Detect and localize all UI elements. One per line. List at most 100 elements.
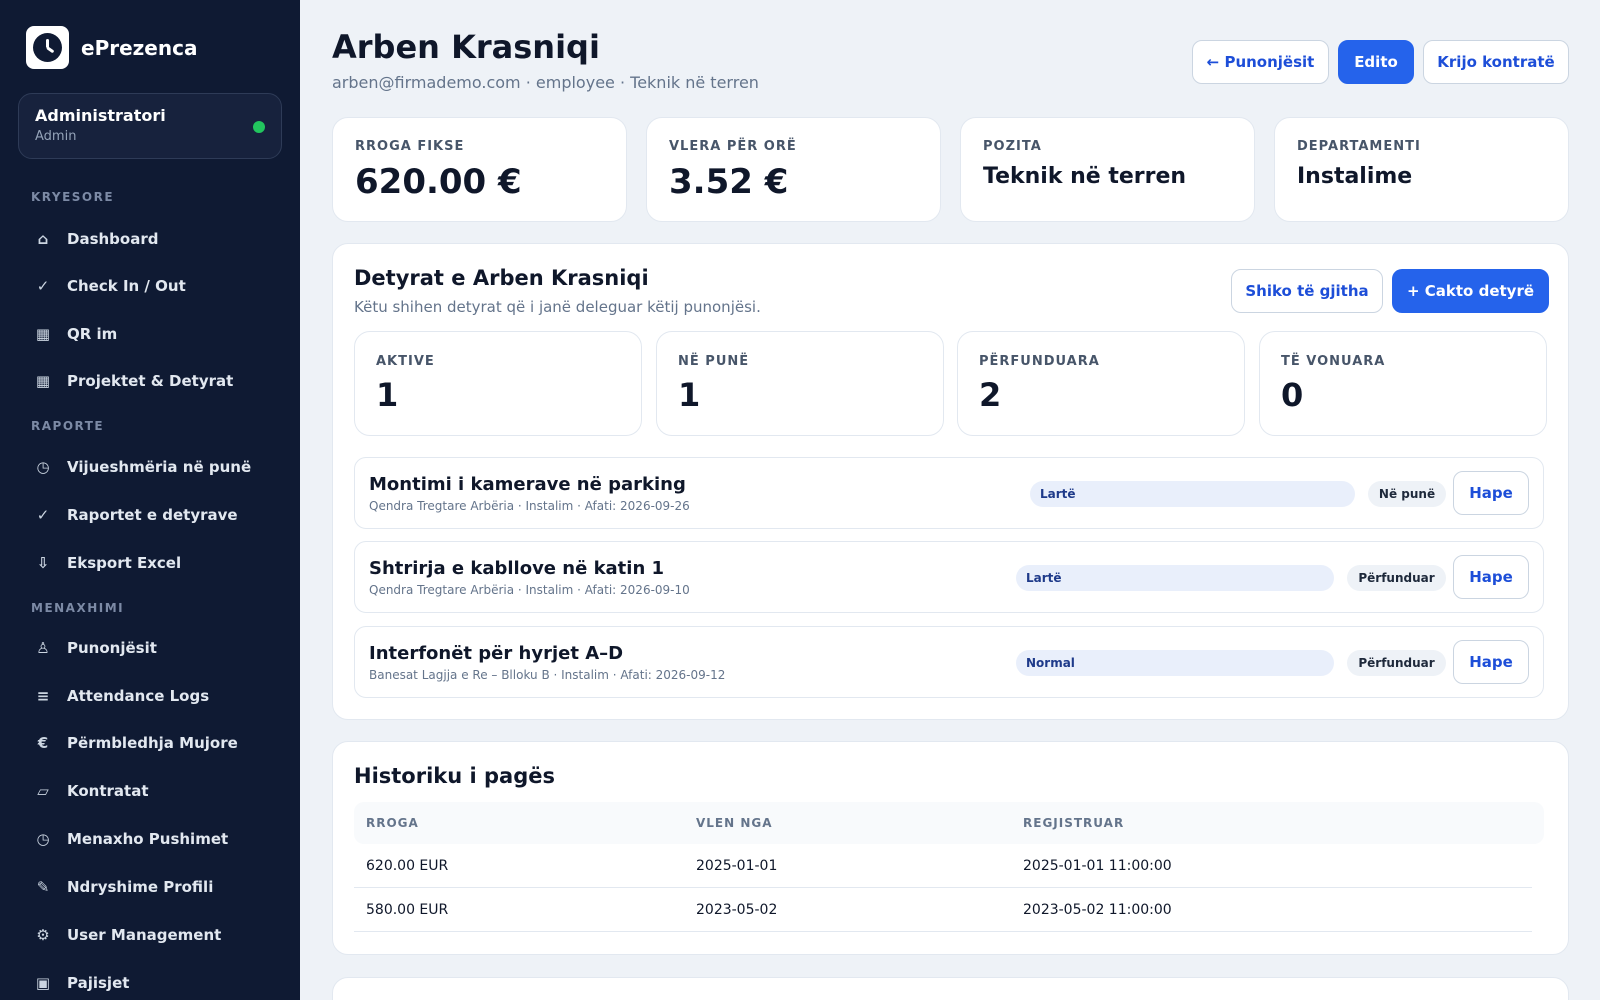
qr-icon: ▦ [35,325,51,343]
main-content: Arben Krasniqi arben@firmademo.com · emp… [300,0,1600,1000]
sidebar-item-label: Eksport Excel [67,554,182,572]
task-row[interactable]: Interfonët për hyrjet A–D Banesat Lagjja… [354,626,1544,698]
status-badge: Në punë [1368,481,1446,507]
sidebar-item-contracts[interactable]: ▱ Kontratat [31,773,281,809]
stat-value: Teknik në terren [983,164,1187,189]
list-icon: ≡ [36,687,50,705]
counter-value: 1 [376,376,399,414]
user-card[interactable]: Administratori Admin [18,93,282,159]
task-meta: Qendra Tregtare Arbëria · Instalim · Afa… [369,583,690,597]
open-task-button[interactable]: Hape [1453,640,1529,684]
counter-value: 0 [1281,376,1304,414]
page-title: Arben Krasniqi [332,28,600,66]
priority-badge: Lartë [1016,565,1334,591]
device-icon: ▣ [35,974,51,992]
sidebar-item-label: Raportet e detyrave [67,506,238,524]
priority-badge: Normal [1016,650,1334,676]
sidebar-item-attendance-logs[interactable]: ≡ Attendance Logs [31,678,281,714]
download-icon: ⇩ [36,554,50,572]
column-header: RROGA [366,816,419,830]
home-icon: ⌂ [37,230,49,248]
check-icon: ✓ [36,506,50,524]
table-cell: 2025-01-01 11:00:00 [1023,858,1172,874]
grid-icon: ▦ [35,372,51,390]
page-subtitle: arben@firmademo.com · employee · Teknik … [332,73,759,92]
user-name: Administratori [35,106,166,125]
table-cell: 2023-05-02 [696,902,778,918]
clock-icon: ◷ [36,830,50,848]
sidebar-item-profile-changes[interactable]: ✎ Ndryshime Profili [31,869,281,905]
brand-name: ePrezenca [81,35,198,60]
priority-badge: Lartë [1030,481,1355,507]
back-to-employees-button[interactable]: ← Punonjësit [1192,40,1329,84]
sidebar-item-task-reports[interactable]: ✓ Raportet e detyrave [31,497,281,533]
sidebar-item-employees[interactable]: ♙ Punonjësit [31,630,281,666]
nav-section-title: MENAXHIMI [31,601,125,615]
sidebar-item-export-excel[interactable]: ⇩ Eksport Excel [31,545,281,581]
task-title: Shtrirja e kabllove në katin 1 [369,558,665,579]
stat-label: POZITA [983,139,1042,154]
sidebar-item-label: Kontratat [67,782,149,800]
nav-section-title: RAPORTE [31,419,105,433]
task-meta: Qendra Tregtare Arbëria · Instalim · Afa… [369,499,690,513]
stat-card-position: POZITA Teknik në terren [960,117,1255,222]
status-badge: Përfunduar [1347,650,1446,676]
open-task-button[interactable]: Hape [1453,555,1529,599]
sidebar-item-label: User Management [67,926,222,944]
stat-card-hourly-rate: VLERA PËR ORË 3.52 € [646,117,941,222]
counter-active: AKTIVE 1 [354,331,642,436]
sidebar-item-devices[interactable]: ▣ Pajisjet [31,965,281,1000]
sidebar-item-label: Ndryshime Profili [67,878,214,896]
salary-history-title: Historiku i pagës [354,764,556,788]
nav-section-title: KRYESORE [31,190,115,204]
tasks-subtitle: Këtu shihen detyrat që i janë deleguar k… [354,298,761,316]
sidebar-item-label: Përmbledhja Mujore [67,734,238,752]
sidebar-item-user-management[interactable]: ⚙ User Management [31,917,281,953]
counter-overdue: TË VONUARA 0 [1259,331,1547,436]
euro-icon: € [37,734,49,752]
sidebar-item-label: Pajisjet [67,974,130,992]
sidebar-item-label: Punonjësit [67,639,157,657]
next-section-card [332,977,1569,1000]
sidebar-item-check-in-out[interactable]: ✓ Check In / Out [31,268,281,304]
sidebar: ePrezenca Administratori Admin KRYESORE … [0,0,300,1000]
counter-label: NË PUNË [678,354,750,369]
table-cell: 2025-01-01 [696,858,778,874]
task-row[interactable]: Montimi i kamerave në parking Qendra Tre… [354,457,1544,529]
user-icon: ♙ [36,639,50,657]
table-header: RROGA VLEN NGA REGJISTRUAR [354,802,1544,844]
gear-icon: ⚙ [36,926,50,944]
stat-card-salary: RROGA FIKSE 620.00 € [332,117,627,222]
open-task-button[interactable]: Hape [1453,471,1529,515]
stat-label: VLERA PËR ORË [669,139,797,154]
stat-value: Instalime [1297,164,1413,189]
counter-completed: PËRFUNDUARA 2 [957,331,1245,436]
tasks-card: Detyrat e Arben Krasniqi Këtu shihen det… [332,243,1569,720]
sidebar-item-monthly-summary[interactable]: € Përmbledhja Mujore [31,725,281,761]
create-contract-button[interactable]: Krijo kontratë [1423,40,1569,84]
table-cell: 580.00 EUR [366,902,449,918]
edit-icon: ✎ [36,878,50,896]
sidebar-item-qr[interactable]: ▦ QR im [31,316,281,352]
assign-task-button[interactable]: + Cakto detyrë [1392,269,1549,313]
column-header: REGJISTRUAR [1023,816,1125,830]
tasks-title: Detyrat e Arben Krasniqi [354,266,649,290]
stat-label: DEPARTAMENTI [1297,139,1421,154]
salary-history-card: Historiku i pagës RROGA VLEN NGA REGJIST… [332,741,1569,955]
sidebar-item-projects[interactable]: ▦ Projektet & Detyrat [31,363,281,399]
sidebar-item-leave[interactable]: ◷ Menaxho Pushimet [31,821,281,857]
table-cell: 2023-05-02 11:00:00 [1023,902,1172,918]
task-row[interactable]: Shtrirja e kabllove në katin 1 Qendra Tr… [354,541,1544,613]
sidebar-item-attendance[interactable]: ◷ Vijueshmëria në punë [31,449,281,485]
salary-history-table: RROGA VLEN NGA REGJISTRUAR 620.00 EUR 20… [354,802,1544,932]
document-icon: ▱ [37,782,49,800]
stat-value: 3.52 € [669,162,789,202]
brand[interactable]: ePrezenca [26,26,197,69]
sidebar-item-label: QR im [67,325,118,343]
task-title: Montimi i kamerave në parking [369,474,686,495]
user-role: Admin [35,129,77,144]
edit-button[interactable]: Edito [1338,40,1414,84]
status-badge: Përfunduar [1347,565,1446,591]
view-all-tasks-button[interactable]: Shiko të gjitha [1231,269,1383,313]
sidebar-item-dashboard[interactable]: ⌂ Dashboard [31,221,281,257]
